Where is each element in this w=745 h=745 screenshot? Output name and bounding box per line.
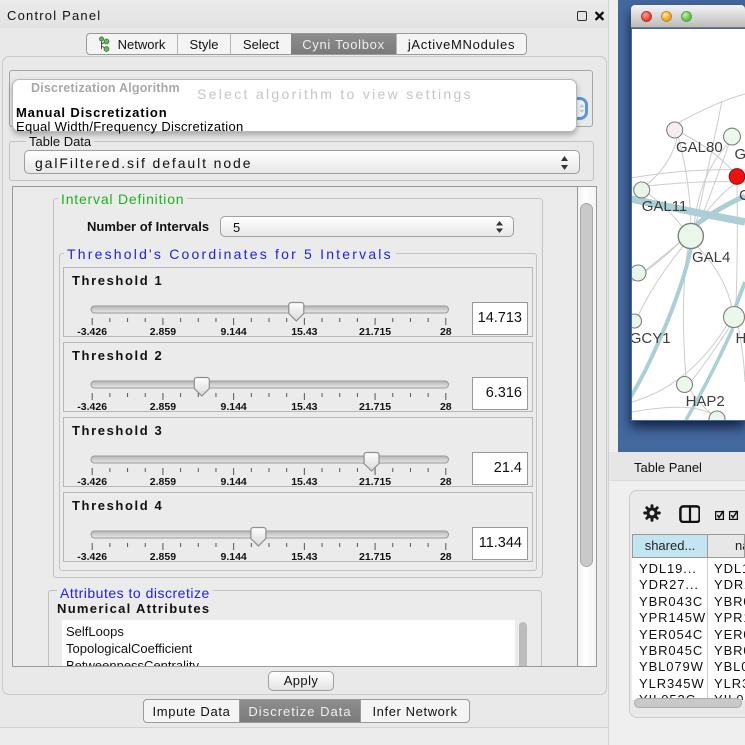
svg-text:15.43: 15.43 (291, 326, 317, 336)
svg-text:GAL80: GAL80 (676, 139, 723, 156)
svg-text:15.43: 15.43 (291, 401, 317, 411)
svg-text:9.144: 9.144 (220, 476, 246, 486)
svg-text:-3.426: -3.426 (77, 551, 107, 561)
svg-text:-3.426: -3.426 (77, 476, 107, 486)
svg-text:15.43: 15.43 (291, 476, 317, 486)
svg-text:2.859: 2.859 (150, 551, 176, 561)
svg-text:GCY1: GCY1 (632, 330, 671, 347)
svg-text:HAP2: HAP2 (686, 393, 725, 410)
svg-text:-3.426: -3.426 (77, 326, 107, 336)
svg-text:21.715: 21.715 (359, 401, 391, 411)
svg-text:-3.426: -3.426 (77, 401, 107, 411)
svg-text:H: H (736, 330, 745, 347)
svg-text:2.859: 2.859 (150, 401, 176, 411)
svg-text:21.715: 21.715 (359, 326, 391, 336)
svg-text:GAL11: GAL11 (642, 198, 688, 215)
svg-text:28: 28 (440, 551, 452, 561)
svg-text:28: 28 (440, 326, 452, 336)
svg-text:28: 28 (440, 476, 452, 486)
svg-text:9.144: 9.144 (220, 551, 246, 561)
svg-text:28: 28 (440, 401, 452, 411)
svg-text:9.144: 9.144 (220, 401, 246, 411)
svg-text:2.859: 2.859 (150, 326, 176, 336)
svg-text:2.859: 2.859 (150, 476, 176, 486)
svg-text:21.715: 21.715 (359, 551, 391, 561)
svg-text:21.715: 21.715 (359, 476, 391, 486)
svg-text:GAL4: GAL4 (692, 249, 730, 266)
svg-text:GA: GA (735, 146, 745, 163)
svg-text:CC: CC (739, 187, 745, 204)
svg-text:9.144: 9.144 (220, 326, 246, 336)
svg-text:15.43: 15.43 (291, 551, 317, 561)
